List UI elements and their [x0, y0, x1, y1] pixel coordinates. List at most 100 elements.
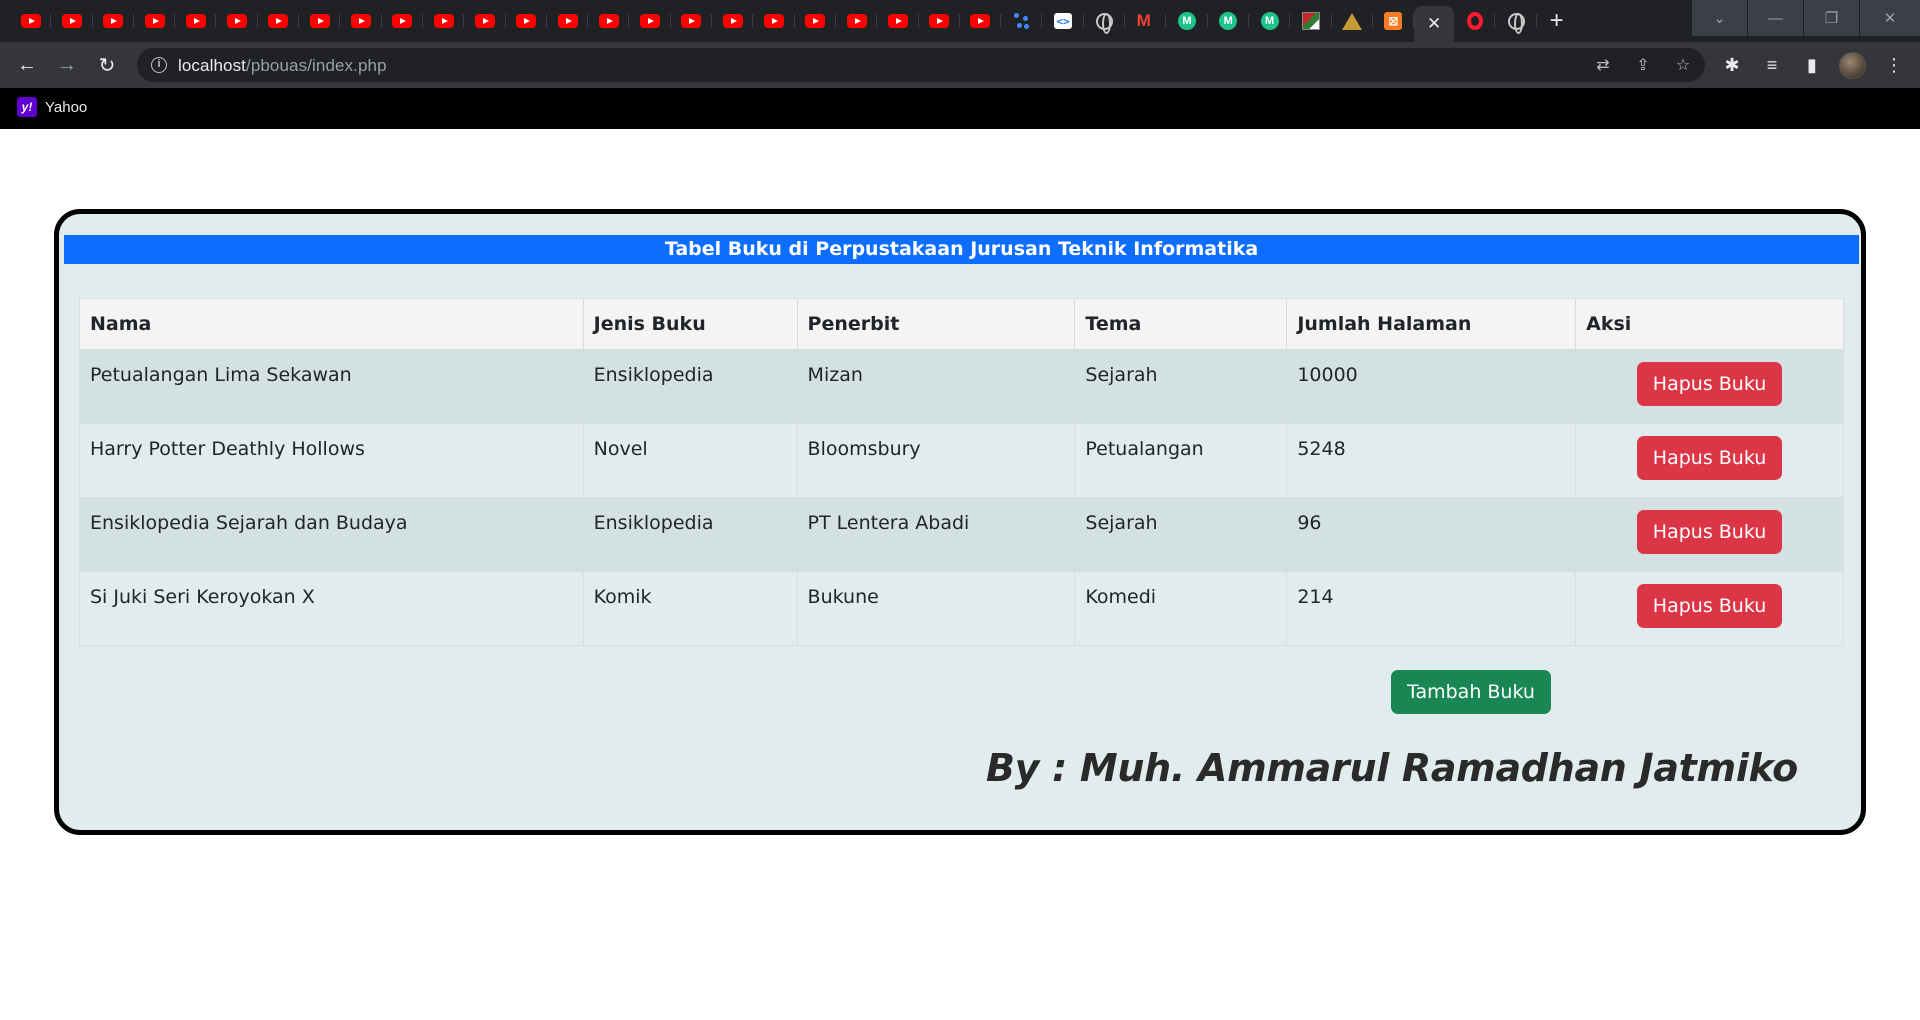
- browser-tab[interactable]: M: [1208, 6, 1250, 36]
- browser-tab[interactable]: [1125, 6, 1167, 36]
- url-path: /pbouas/index.php: [246, 56, 387, 75]
- youtube-icon: [474, 14, 495, 28]
- hapus-buku-button[interactable]: Hapus Buku: [1636, 362, 1783, 406]
- gmail-icon: [1137, 11, 1155, 31]
- youtube-icon: [351, 14, 372, 28]
- image-icon: [1301, 12, 1320, 30]
- browser-tab[interactable]: [795, 6, 837, 36]
- cell-aksi: Hapus Buku: [1575, 423, 1844, 498]
- browser-tab[interactable]: [506, 6, 548, 36]
- youtube-icon: [640, 14, 661, 28]
- active-tab-close-button[interactable]: ✕: [1414, 6, 1455, 42]
- column-header-tema: Tema: [1074, 298, 1288, 350]
- cell-aksi: Hapus Buku: [1575, 497, 1844, 572]
- bookmark-star-icon[interactable]: ☆: [1672, 54, 1694, 76]
- cell-jenis: Ensiklopedia: [582, 349, 798, 424]
- column-header-penerbit: Penerbit: [796, 298, 1076, 350]
- cell-halaman: 10000: [1286, 349, 1577, 424]
- more-menu-icon[interactable]: ⋮: [1882, 53, 1906, 77]
- reload-icon: ↻: [98, 54, 116, 77]
- author-signature: By : Muh. Ammarul Ramadhan Jatmiko: [986, 746, 1798, 790]
- browser-tab[interactable]: [836, 6, 878, 36]
- browser-tab[interactable]: [258, 6, 300, 36]
- reload-button[interactable]: ↻: [93, 51, 121, 79]
- browser-tab[interactable]: ⊠: [1373, 6, 1415, 36]
- forward-button[interactable]: →: [53, 51, 81, 79]
- browser-tab[interactable]: [1454, 6, 1496, 36]
- browser-tab[interactable]: [175, 6, 217, 36]
- url-text[interactable]: localhost/pbouas/index.php: [178, 56, 387, 76]
- hapus-buku-button[interactable]: Hapus Buku: [1636, 436, 1783, 480]
- browser-tab[interactable]: [960, 6, 1002, 36]
- tambah-buku-button[interactable]: Tambah Buku: [1391, 670, 1551, 714]
- browser-tab[interactable]: [712, 6, 754, 36]
- cell-penerbit: Bukune: [796, 571, 1076, 646]
- extensions-icon[interactable]: ✱: [1720, 53, 1744, 77]
- youtube-icon: [433, 14, 454, 28]
- bookmark-yahoo[interactable]: y! Yahoo: [17, 97, 87, 117]
- browser-tab[interactable]: [423, 6, 465, 36]
- back-button[interactable]: ←: [13, 51, 41, 79]
- browser-tab[interactable]: [629, 6, 672, 36]
- browser-tab[interactable]: [51, 6, 93, 36]
- youtube-icon: [144, 14, 165, 28]
- globe-icon: [1095, 12, 1113, 34]
- cell-aksi: Hapus Buku: [1575, 349, 1844, 424]
- opera-icon: [1466, 12, 1483, 30]
- youtube-icon: [763, 14, 784, 28]
- tab-search-button[interactable]: ⌄: [1692, 0, 1747, 36]
- url-host: localhost: [178, 56, 246, 75]
- arrow-left-icon: ←: [17, 53, 37, 76]
- browser-tab[interactable]: [877, 6, 919, 36]
- browser-tab[interactable]: [93, 6, 135, 36]
- profile-avatar[interactable]: [1839, 52, 1866, 79]
- address-bar[interactable]: i localhost/pbouas/index.php ⇄ ⇪ ☆: [137, 48, 1705, 82]
- browser-toolbar: ← → ↻ i localhost/pbouas/index.php ⇄ ⇪ ☆…: [0, 42, 1920, 88]
- table-caption: Tabel Buku di Perpustakaan Jurusan Tekni…: [64, 235, 1859, 264]
- browser-tab[interactable]: [1495, 6, 1537, 36]
- new-tab-button[interactable]: +: [1537, 7, 1577, 35]
- browser-tab[interactable]: [1001, 6, 1043, 36]
- bookmark-label: Yahoo: [45, 98, 88, 116]
- browser-tab[interactable]: [753, 6, 795, 36]
- cell-nama: Harry Potter Deathly Hollows: [79, 423, 584, 498]
- hapus-buku-button[interactable]: Hapus Buku: [1636, 510, 1783, 554]
- column-header-nama: Nama: [79, 298, 584, 350]
- reading-list-icon[interactable]: ≡: [1760, 53, 1784, 77]
- cell-jenis: Ensiklopedia: [582, 497, 798, 572]
- browser-tab[interactable]: M: [1166, 6, 1208, 36]
- browser-tab[interactable]: M: [1249, 6, 1291, 36]
- browser-tab[interactable]: [216, 6, 259, 36]
- arrow-right-icon: →: [57, 53, 77, 76]
- minimize-button[interactable]: —: [1748, 0, 1803, 36]
- browser-tab[interactable]: [1332, 6, 1374, 36]
- close-window-button[interactable]: ✕: [1860, 0, 1920, 36]
- browser-tab[interactable]: [134, 6, 176, 36]
- code-icon: <>: [1054, 13, 1073, 29]
- browser-tab[interactable]: [340, 6, 382, 36]
- cell-nama: Petualangan Lima Sekawan: [79, 349, 584, 424]
- youtube-icon: [227, 14, 248, 28]
- share-icon[interactable]: ⇪: [1632, 54, 1654, 76]
- cell-tema: Petualangan: [1074, 423, 1288, 498]
- browser-tab[interactable]: [1290, 6, 1332, 36]
- column-header-jenis-buku: Jenis Buku: [582, 298, 798, 350]
- browser-tab[interactable]: [382, 6, 424, 36]
- browser-tab[interactable]: [547, 6, 589, 36]
- restore-button[interactable]: ❐: [1804, 0, 1859, 36]
- m-icon: M: [1177, 12, 1196, 30]
- browser-tab[interactable]: [588, 6, 630, 36]
- table-row: Ensiklopedia Sejarah dan Budaya Ensiklop…: [79, 497, 1844, 572]
- browser-tab[interactable]: [919, 6, 961, 36]
- table-row: Si Juki Seri Keroyokan X Komik Bukune Ko…: [79, 571, 1844, 646]
- browser-tab[interactable]: [10, 6, 52, 36]
- browser-tab[interactable]: [299, 6, 341, 36]
- browser-tab[interactable]: <>: [1042, 6, 1085, 36]
- side-panel-icon[interactable]: ▮: [1800, 53, 1824, 77]
- site-info-icon[interactable]: i: [151, 57, 167, 73]
- browser-tab[interactable]: [464, 6, 506, 36]
- browser-tab[interactable]: [671, 6, 713, 36]
- hapus-buku-button[interactable]: Hapus Buku: [1636, 584, 1783, 628]
- browser-tab[interactable]: [1084, 6, 1126, 36]
- translate-icon[interactable]: ⇄: [1592, 54, 1614, 76]
